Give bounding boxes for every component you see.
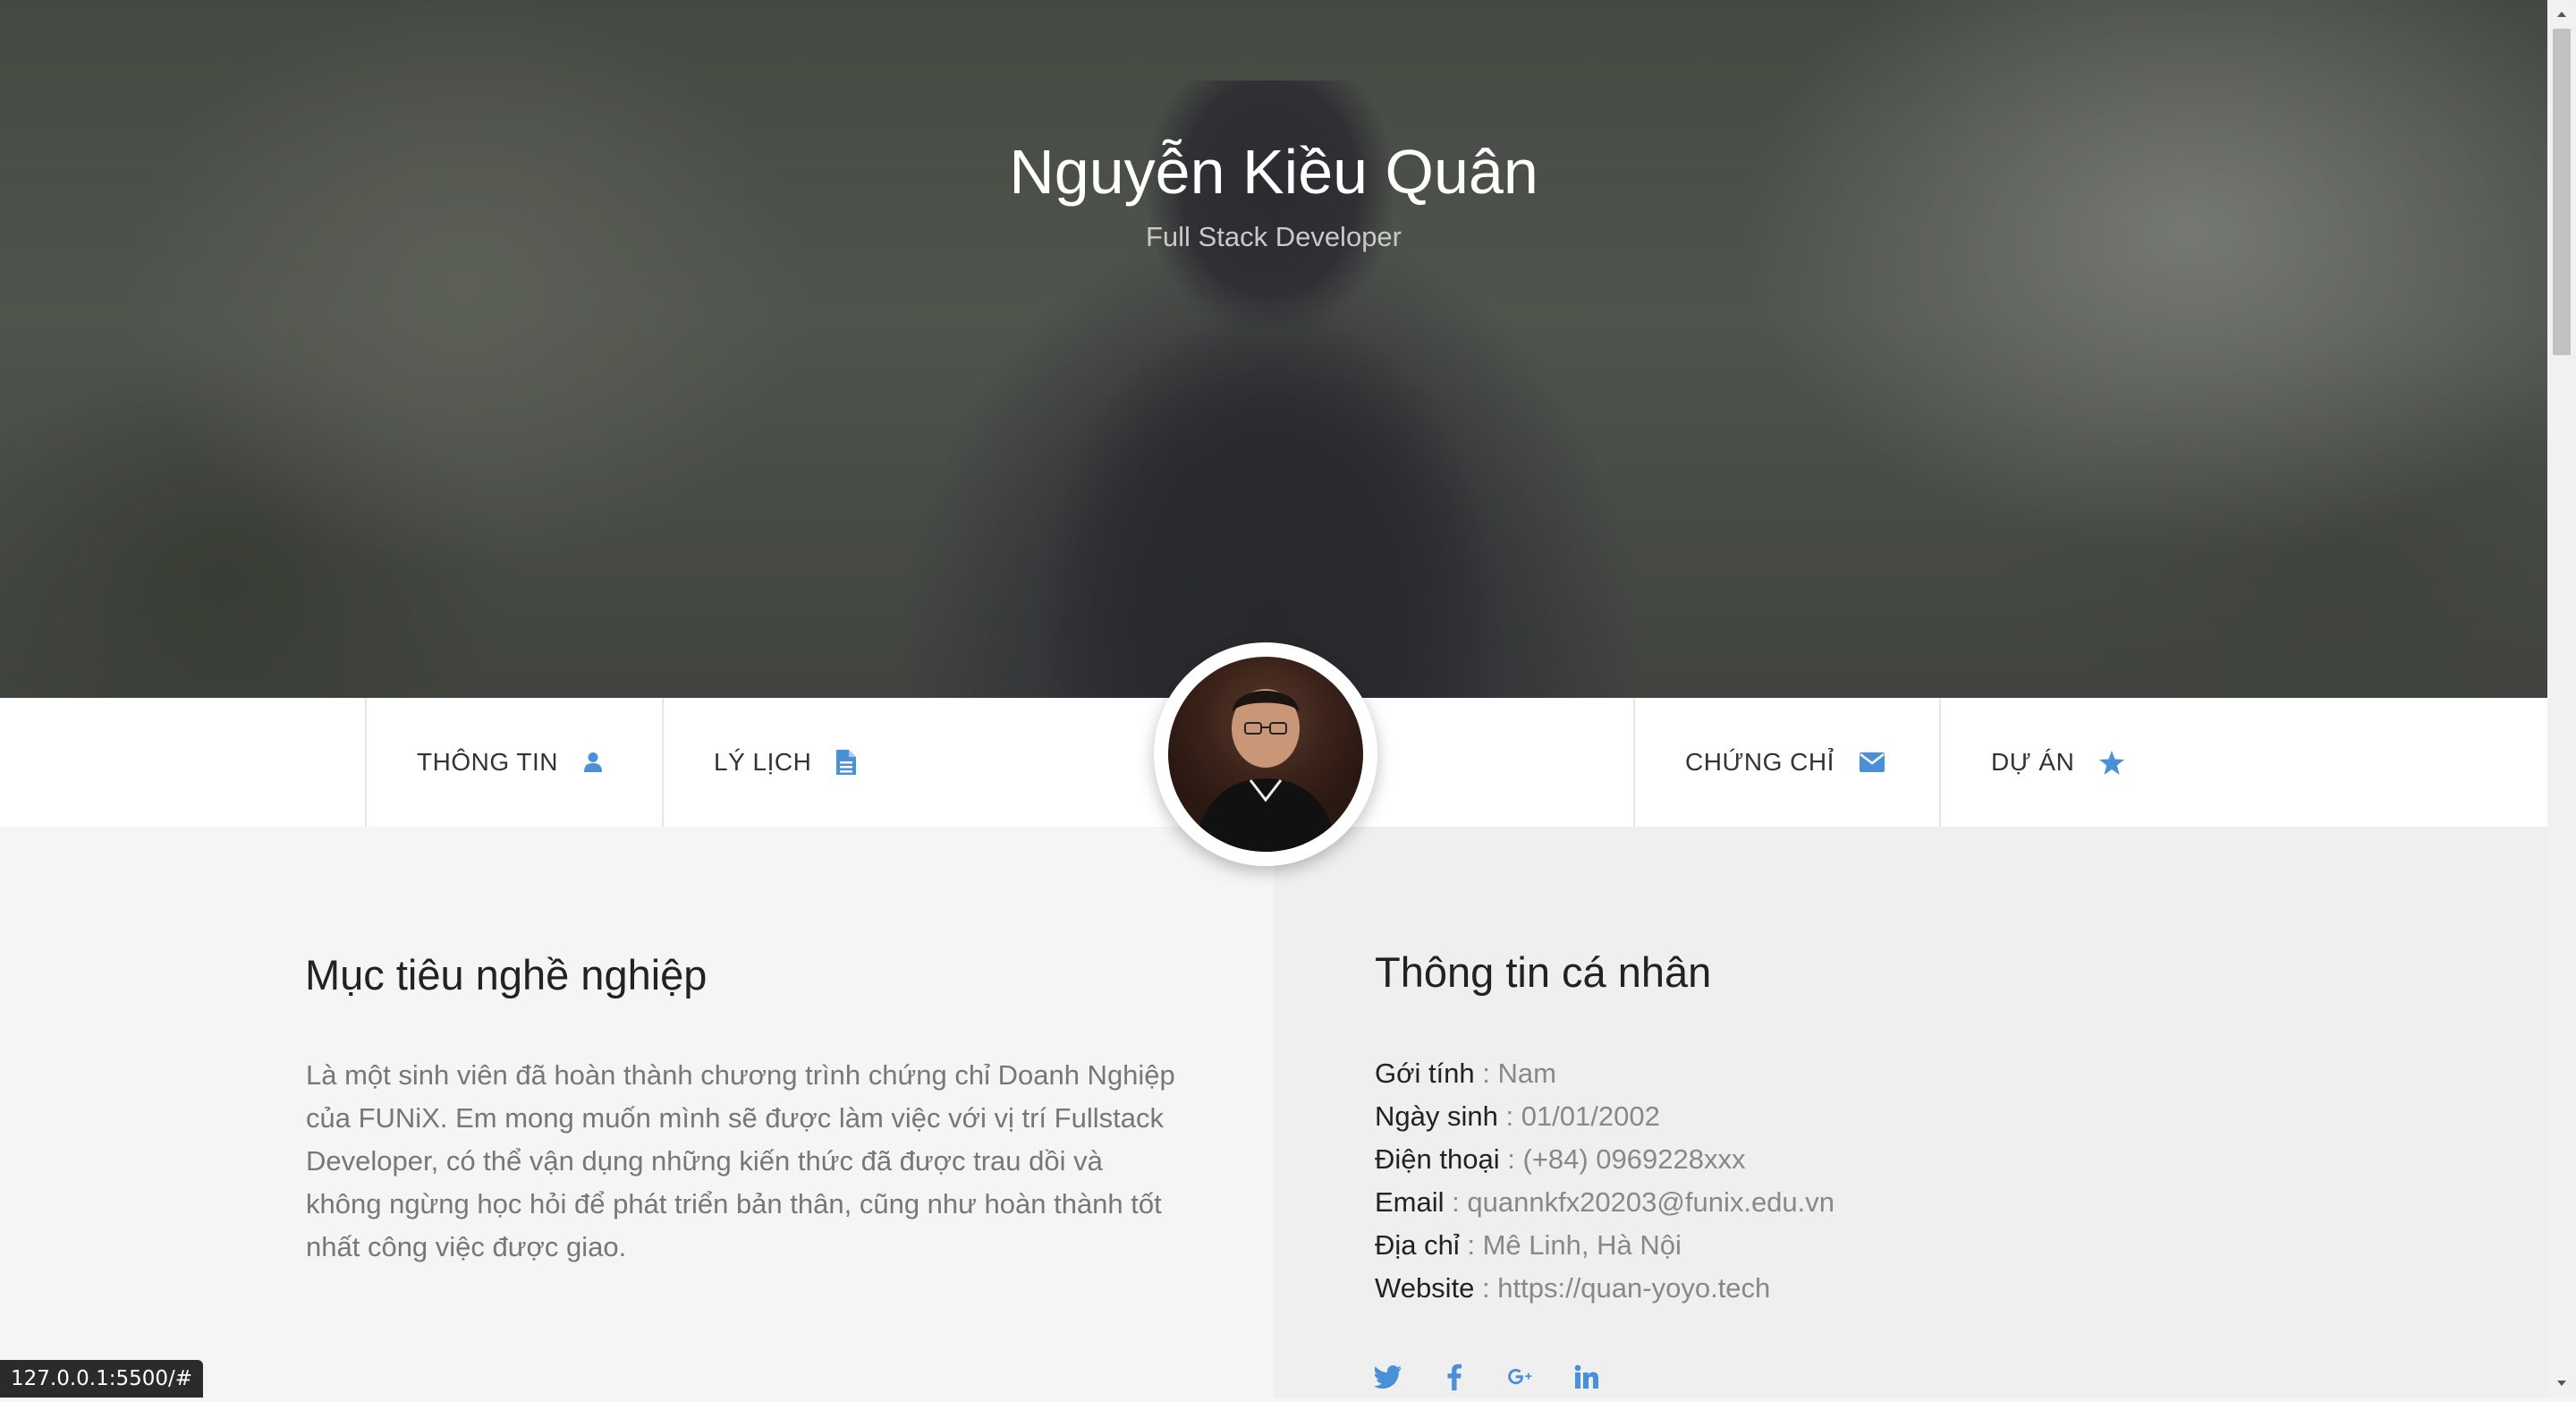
info-row-birthday: Ngày sinh : 01/01/2002 <box>1375 1100 1660 1132</box>
twitter-icon[interactable] <box>1375 1364 1402 1390</box>
nav-item-thong-tin[interactable]: THÔNG TIN <box>365 698 664 827</box>
info-row-phone: Điện thoại : (+84) 0969228xxx <box>1375 1143 1746 1175</box>
social-links <box>1375 1364 1600 1390</box>
status-bar-url: 127.0.0.1:5500/# <box>0 1360 204 1398</box>
scrollbar-thumb[interactable] <box>2553 29 2571 355</box>
avatar-photo <box>1168 657 1363 852</box>
page-scrollbar[interactable] <box>2547 0 2576 1398</box>
envelope-icon <box>1859 752 1885 772</box>
info-row-email: Email : quannkfx20203@funix.edu.vn <box>1375 1186 1835 1218</box>
hero-title: Nguyễn Kiều Quân <box>1009 137 1538 207</box>
linkedin-icon[interactable] <box>1573 1364 1600 1390</box>
scroll-up-arrow-icon[interactable] <box>2547 0 2576 29</box>
google-plus-icon[interactable] <box>1507 1364 1534 1390</box>
file-icon <box>836 750 857 775</box>
info-row-gender: Gới tính : Nam <box>1375 1058 1556 1089</box>
nav-item-du-an[interactable]: DỰ ÁN <box>1939 698 2207 827</box>
nav-item-ly-lich[interactable]: LÝ LỊCH <box>662 698 930 827</box>
personal-info-list: Gới tính : Nam Ngày sinh : 01/01/2002 Đi… <box>1375 1052 2180 1310</box>
facebook-icon[interactable] <box>1441 1364 1468 1390</box>
hero-banner: Nguyễn Kiều Quân Full Stack Developer <box>0 0 2547 698</box>
user-icon <box>583 752 603 773</box>
info-row-website: Website : https://quan-yoyo.tech <box>1375 1272 1771 1304</box>
scroll-down-arrow-icon[interactable] <box>2547 1369 2576 1398</box>
nav-item-label: DỰ ÁN <box>1991 748 2075 776</box>
hero-text: Nguyễn Kiều Quân Full Stack Developer <box>0 134 2547 253</box>
info-row-address: Địa chỉ : Mê Linh, Hà Nội <box>1375 1229 1682 1261</box>
star-icon <box>2099 750 2125 775</box>
hero-subtitle: Full Stack Developer <box>1145 221 1402 252</box>
personal-info-title: Thông tin cá nhân <box>1375 948 1712 996</box>
profile-avatar <box>1154 642 1377 866</box>
nav-item-label: CHỨNG CHỈ <box>1685 748 1835 776</box>
objective-text: Là một sinh viên đã hoàn thành chương tr… <box>306 1059 1175 1262</box>
objective-title: Mục tiêu nghề nghiệp <box>305 951 708 998</box>
nav-item-label: LÝ LỊCH <box>714 748 812 776</box>
nav-item-chung-chi[interactable]: CHỨNG CHỈ <box>1633 698 1941 827</box>
nav-item-label: THÔNG TIN <box>417 748 558 776</box>
